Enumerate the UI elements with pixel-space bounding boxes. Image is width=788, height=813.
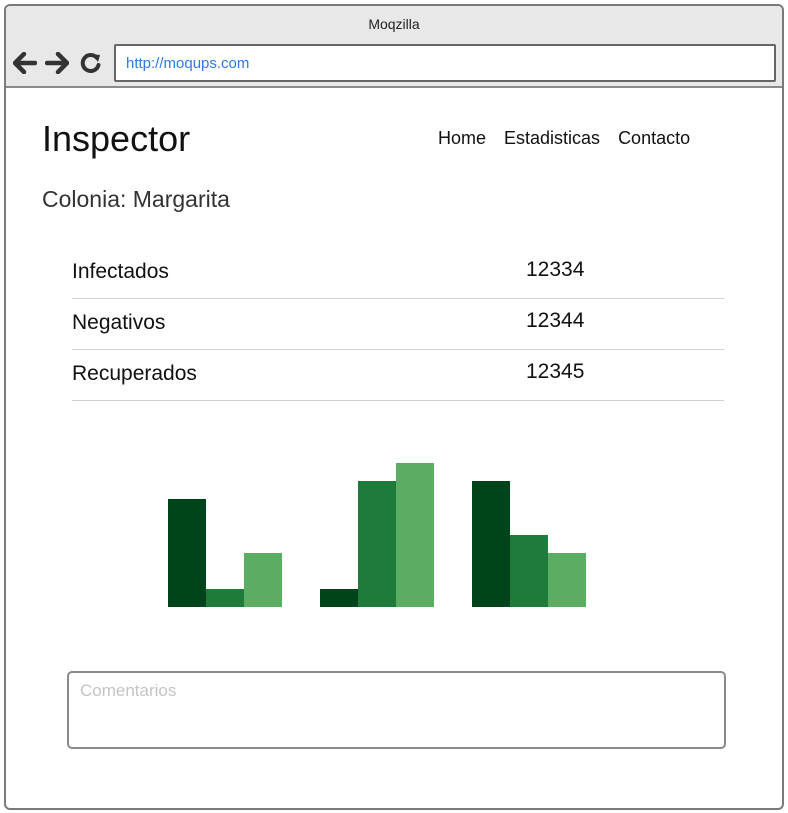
bar-group2-series1 — [320, 589, 358, 607]
reload-icon[interactable] — [78, 50, 104, 76]
stat-label: Recuperados — [72, 362, 197, 385]
bar-group3-series1 — [472, 481, 510, 607]
bar-group2-series2 — [358, 481, 396, 607]
forward-arrow-icon[interactable] — [44, 50, 70, 76]
bar-group1-series2 — [206, 589, 244, 607]
bar-group1-series1 — [168, 499, 206, 607]
window-title: Moqzilla — [368, 16, 420, 32]
bar-group1-series3 — [244, 553, 282, 607]
top-nav: Home Estadisticas Contacto — [438, 128, 690, 149]
address-bar[interactable]: http://moqups.com — [114, 44, 776, 82]
url-text: http://moqups.com — [126, 54, 250, 72]
back-arrow-icon[interactable] — [12, 50, 38, 76]
browser-toolbar: Moqzilla http://moqups.com — [6, 6, 782, 88]
colonia-label: Colonia: Margarita — [42, 186, 230, 212]
stat-value: 12334 — [526, 258, 585, 281]
bar-chart — [168, 463, 586, 607]
stat-row-infectados: Infectados 12334 — [72, 248, 724, 299]
bar-group2-series3 — [396, 463, 434, 607]
stat-label: Infectados — [72, 260, 169, 283]
nav-link-home[interactable]: Home — [438, 128, 486, 149]
nav-link-contacto[interactable]: Contacto — [618, 128, 690, 149]
stats-table: Infectados 12334 Negativos 12344 Recuper… — [72, 248, 724, 401]
stat-label: Negativos — [72, 311, 166, 334]
bar-group3-series2 — [510, 535, 548, 607]
browser-window: Moqzilla http://moqups.com Inspector Hom… — [4, 4, 784, 810]
nav-link-estadisticas[interactable]: Estadisticas — [504, 128, 600, 149]
stat-value: 12345 — [526, 360, 585, 383]
page-title: Inspector — [42, 118, 191, 159]
stat-row-negativos: Negativos 12344 — [72, 299, 724, 350]
stat-value: 12344 — [526, 309, 585, 332]
bar-group3-series3 — [548, 553, 586, 607]
comments-field[interactable] — [67, 671, 726, 749]
stat-row-recuperados: Recuperados 12345 — [72, 350, 724, 401]
